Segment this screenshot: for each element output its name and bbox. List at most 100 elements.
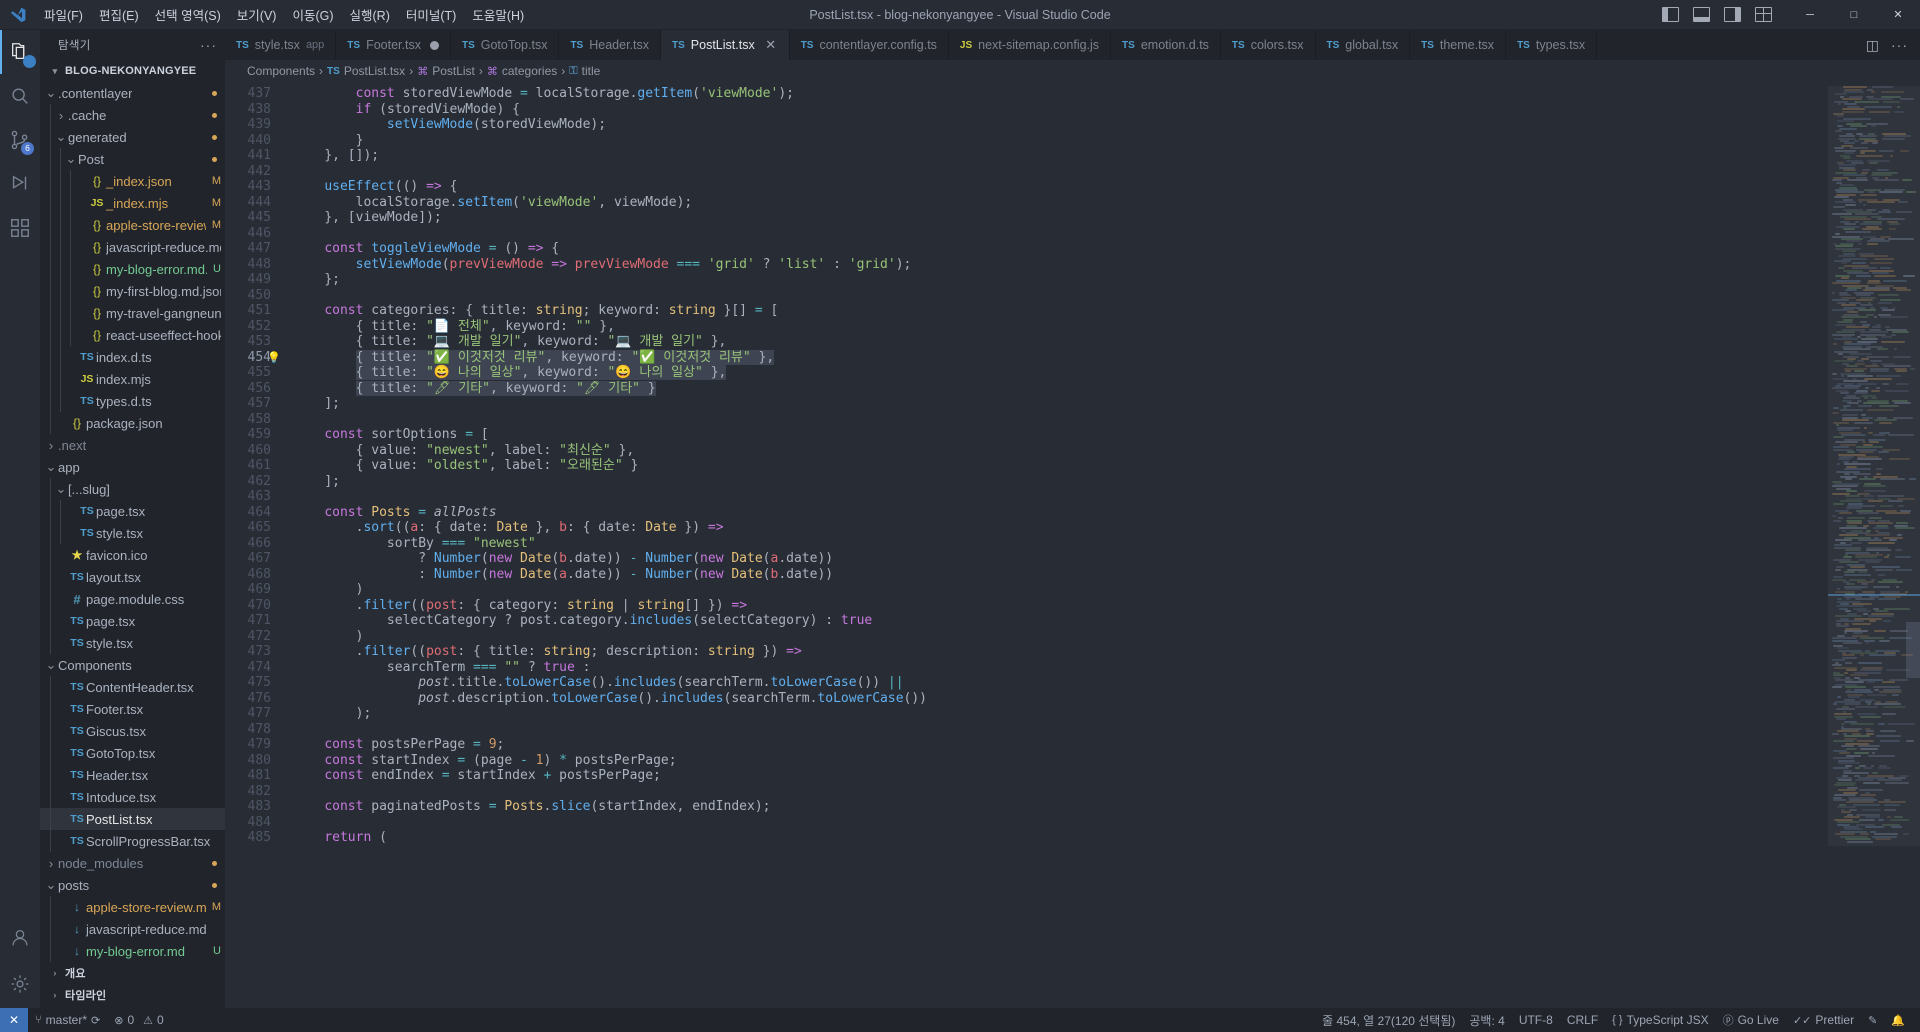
tree-folder-app[interactable]: ⌄ app: [40, 456, 225, 478]
code-line[interactable]: { title: "💻 개발 일기", keyword: "💻 개발 일기" }…: [293, 334, 1828, 350]
menu-file[interactable]: 파일(F): [36, 1, 91, 28]
tree-file-my-blog-error-md[interactable]: ↓ my-blog-error.md U: [40, 940, 225, 962]
code-line[interactable]: { value: "oldest", label: "오래된순" }: [293, 458, 1828, 474]
editor-vertical-scrollbar[interactable]: [1906, 82, 1920, 1008]
activity-run-debug[interactable]: [0, 162, 40, 206]
breadcrumb-item-key-title[interactable]: ⚿ title: [569, 64, 600, 78]
code-line[interactable]: { title: "🖊 기타", keyword: "🖊 기타" }: [293, 380, 1828, 397]
menu-terminal[interactable]: 터미널(T): [398, 1, 464, 28]
split-editor-icon[interactable]: ◫: [1866, 37, 1879, 54]
activity-extensions[interactable]: [0, 206, 40, 250]
notifications-bell-button[interactable]: 🔔: [1884, 1008, 1912, 1032]
tree-folder-posts[interactable]: ⌄ posts: [40, 874, 225, 896]
code-line[interactable]: { title: "📄 전체", keyword: "" },: [293, 319, 1828, 335]
tree-file-style-tsx[interactable]: TS style.tsx: [40, 632, 225, 654]
sidebar-section-timeline[interactable]: › 타임라인: [40, 984, 225, 1006]
tree-folder-node-modules[interactable]: › node_modules: [40, 852, 225, 874]
tree-file-footer-tsx[interactable]: TS Footer.tsx: [40, 698, 225, 720]
code-line[interactable]: { title: "😄 나의 일상", keyword: "😄 나의 일상" }…: [293, 365, 1828, 381]
explorer-tree[interactable]: ▾ BLOG-NEKONYANGYEE ⌄ .contentlayer › .cach…: [40, 60, 225, 1008]
editor-tab-colors-tsx[interactable]: TS colors.tsx: [1220, 30, 1316, 60]
close-button[interactable]: ✕: [1876, 0, 1920, 29]
tree-folder-next[interactable]: › .next: [40, 434, 225, 456]
menu-go[interactable]: 이동(G): [284, 1, 341, 28]
code-scroll-container[interactable]: 437 438 439 440 441 442 443 444 445 446 447 448 449 4…: [225, 82, 1828, 1008]
tree-folder-slug[interactable]: ⌄ [...slug]: [40, 478, 225, 500]
tree-folder-components[interactable]: ⌄ Components: [40, 654, 225, 676]
code-content[interactable]: const storedViewMode = localStorage.getI…: [293, 82, 1828, 1008]
editor-more-actions[interactable]: ···: [1891, 37, 1908, 53]
code-line[interactable]: : Number(new Date(a.date)) - Number(new …: [293, 567, 1828, 583]
remote-window-button[interactable]: ✕: [0, 1008, 29, 1032]
activity-explorer[interactable]: [0, 30, 40, 74]
editor-tab-types-tsx[interactable]: TS types.tsx: [1506, 30, 1598, 60]
editor-tab-footer-tsx[interactable]: TS Footer.tsx: [336, 30, 451, 60]
code-line[interactable]: const categories: { title: string; keywo…: [293, 303, 1828, 319]
tree-file-apple-store-review-md[interactable]: ↓ apple-store-review.md M: [40, 896, 225, 918]
tree-file-index-json[interactable]: {} _index.json M: [40, 170, 225, 192]
code-line[interactable]: }: [293, 133, 1828, 149]
editor-tab-global-tsx[interactable]: TS global.tsx: [1315, 30, 1411, 60]
workspace-root-row[interactable]: ▾ BLOG-NEKONYANGYEE: [40, 60, 225, 82]
cursor-position-button[interactable]: 줄 454, 열 27(120 선택됨): [1315, 1008, 1462, 1032]
code-line[interactable]: };: [293, 272, 1828, 288]
code-line[interactable]: }, []);: [293, 148, 1828, 164]
code-line[interactable]: [293, 815, 1828, 831]
menu-run[interactable]: 실행(R): [342, 1, 398, 28]
tree-file-types-d-ts[interactable]: TS types.d.ts: [40, 390, 225, 412]
tree-folder-cache[interactable]: › .cache: [40, 104, 225, 126]
git-branch-button[interactable]: ⑂ master* ⟳: [28, 1008, 107, 1032]
code-line[interactable]: { value: "newest", label: "최신순" },: [293, 443, 1828, 459]
tree-file-contentheader-tsx[interactable]: TS ContentHeader.tsx: [40, 676, 225, 698]
sidebar-section-outline[interactable]: › 개요: [40, 962, 225, 984]
code-line[interactable]: .filter((post: { title: string; descript…: [293, 644, 1828, 660]
toggle-primary-sidebar-icon[interactable]: [1662, 7, 1679, 22]
tree-folder-post[interactable]: ⌄ Post: [40, 148, 225, 170]
breadcrumb-item-symbol-categories[interactable]: ⌘ categories: [487, 64, 557, 78]
tree-file-index-mjs[interactable]: JS _index.mjs M: [40, 192, 225, 214]
code-line[interactable]: const storedViewMode = localStorage.getI…: [293, 86, 1828, 102]
tree-file-javascript-reduce-md[interactable]: ↓ javascript-reduce.md: [40, 918, 225, 940]
tree-folder-generated[interactable]: ⌄ generated: [40, 126, 225, 148]
code-line[interactable]: useEffect(() => {: [293, 179, 1828, 195]
prettier-button[interactable]: ✓✓ Prettier: [1786, 1008, 1861, 1032]
tree-file-scrollprogressbar-tsx[interactable]: TS ScrollProgressBar.tsx: [40, 830, 225, 852]
encoding-button[interactable]: UTF-8: [1512, 1008, 1560, 1032]
code-line[interactable]: setViewMode(storedViewMode);: [293, 117, 1828, 133]
code-line[interactable]: ): [293, 629, 1828, 645]
editor-tab-emotion-d-ts[interactable]: TS emotion.d.ts: [1111, 30, 1221, 60]
scrollbar-thumb[interactable]: [1906, 622, 1920, 678]
code-line[interactable]: [293, 226, 1828, 242]
code-line[interactable]: return (: [293, 830, 1828, 846]
code-line[interactable]: [293, 288, 1828, 304]
tree-file-my-blog-error-md-json[interactable]: {} my-blog-error.md.json U: [40, 258, 225, 280]
editor-tab-next-sitemap-config-js[interactable]: JS next-sitemap.config.js: [948, 30, 1112, 60]
problems-button[interactable]: ⊗ 0 ⚠ 0: [107, 1008, 170, 1032]
menu-help[interactable]: 도움말(H): [464, 1, 532, 28]
breadcrumb-item-symbol-postlist[interactable]: ⌘ PostList: [417, 64, 475, 78]
code-line[interactable]: ? Number(new Date(b.date)) - Number(new …: [293, 551, 1828, 567]
explorer-more-actions[interactable]: ···: [200, 37, 217, 53]
code-line[interactable]: selectCategory ? post.category.includes(…: [293, 613, 1828, 629]
lightbulb-quickfix-icon[interactable]: 💡: [267, 350, 281, 366]
tree-file-postlist-tsx[interactable]: TS PostList.tsx: [40, 808, 225, 830]
code-line[interactable]: [293, 164, 1828, 180]
tree-file-my-travel-gangneung-md[interactable]: {} my-travel-gangneung.md....: [40, 302, 225, 324]
code-line[interactable]: const startIndex = (page - 1) * postsPer…: [293, 753, 1828, 769]
tree-file-intoduce-tsx[interactable]: TS Intoduce.tsx: [40, 786, 225, 808]
code-line[interactable]: ): [293, 582, 1828, 598]
tree-file-giscus-tsx[interactable]: TS Giscus.tsx: [40, 720, 225, 742]
maximize-button[interactable]: □: [1832, 0, 1876, 29]
breadcrumb[interactable]: Components › TS PostList.tsx › ⌘ PostLis…: [225, 60, 1920, 82]
customize-layout-icon[interactable]: [1755, 7, 1772, 22]
code-line[interactable]: [293, 412, 1828, 428]
code-line[interactable]: const sortOptions = [: [293, 427, 1828, 443]
tab-close-icon[interactable]: ✕: [764, 37, 778, 53]
tree-file-style-tsx[interactable]: TS style.tsx: [40, 522, 225, 544]
tree-file-gototop-tsx[interactable]: TS GotoTop.tsx: [40, 742, 225, 764]
toggle-panel-icon[interactable]: [1693, 7, 1710, 22]
breadcrumb-item-file[interactable]: TS PostList.tsx: [327, 64, 405, 78]
code-line[interactable]: .sort((a: { date: Date }, b: { date: Dat…: [293, 520, 1828, 536]
menu-bar[interactable]: 파일(F) 편집(E) 선택 영역(S) 보기(V) 이동(G) 실행(R) 터…: [36, 1, 532, 28]
code-line[interactable]: [293, 722, 1828, 738]
